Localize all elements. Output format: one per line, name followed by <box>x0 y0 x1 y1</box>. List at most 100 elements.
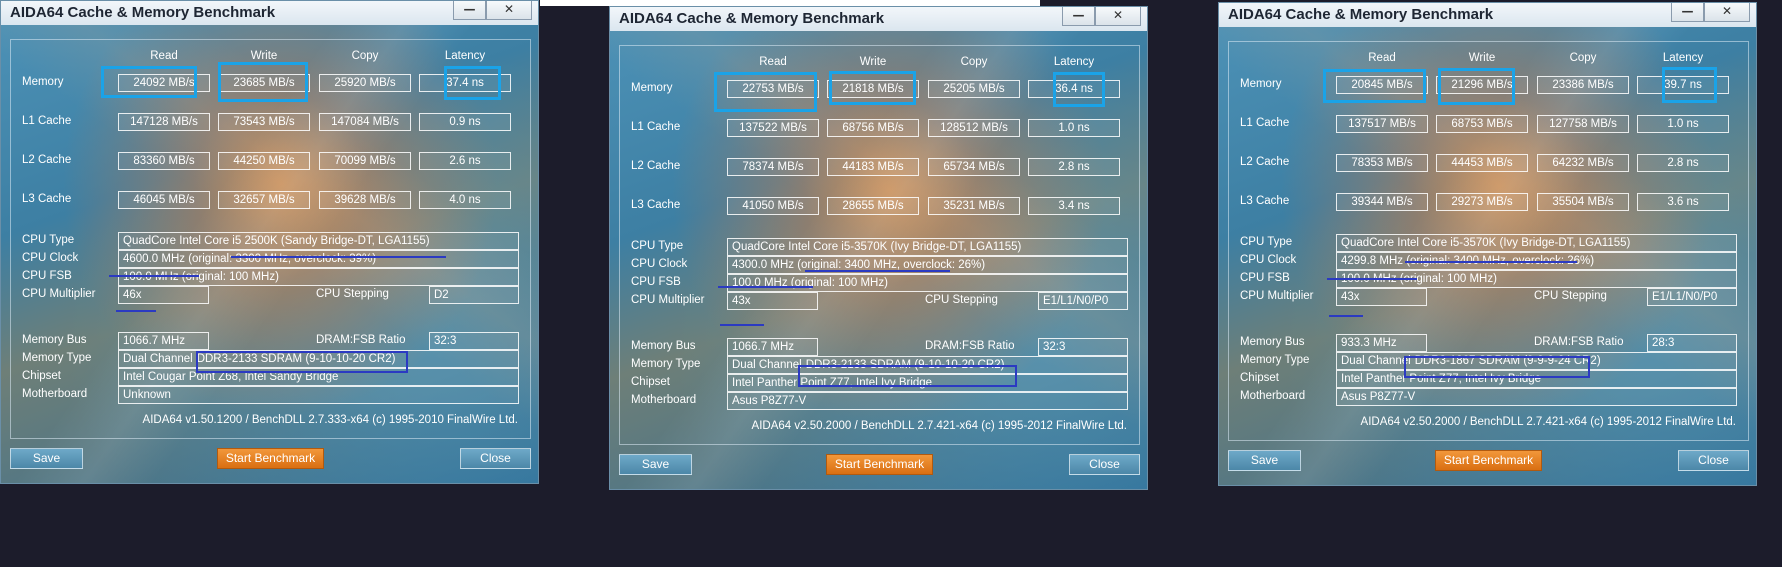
value-read: 137517 MB/s <box>1336 115 1428 133</box>
row-label: Memory <box>1240 78 1282 90</box>
cpu-multiplier-label: CPU Multiplier <box>22 288 96 300</box>
close-window-button[interactable]: ✕ <box>486 1 532 20</box>
highlight-write <box>829 71 916 105</box>
cpu-type-value: QuadCore Intel Core i5-3570K (Ivy Bridge… <box>1336 234 1737 252</box>
column-header-read: Read <box>150 50 178 62</box>
row-label: L2 Cache <box>22 154 72 166</box>
value-read: 41050 MB/s <box>727 197 819 215</box>
save-button[interactable]: Save <box>10 448 83 469</box>
minimize-icon: — <box>463 2 476 16</box>
value-read: 46045 MB/s <box>118 191 210 209</box>
value-copy: 35504 MB/s <box>1537 193 1629 211</box>
highlight-latency <box>1053 72 1105 107</box>
motherboard-value: Asus P8Z77-V <box>727 392 1128 410</box>
close-button[interactable]: Close <box>460 448 531 469</box>
close-window-button[interactable]: ✕ <box>1704 3 1750 22</box>
value-copy: 65734 MB/s <box>928 158 1020 176</box>
column-header-latency: Latency <box>1662 52 1704 64</box>
cpu-type-value: QuadCore Intel Core i5-3570K (Ivy Bridge… <box>727 238 1128 256</box>
memory-bus-value: 1066.7 MHz <box>118 332 209 350</box>
memory-type-channel: Dual Channel <box>732 359 802 371</box>
annotation-underline-multiplier <box>720 324 764 326</box>
title-bar: AIDA64 Cache & Memory Benchmark — ✕ <box>1219 3 1756 27</box>
chipset-label: Chipset <box>631 376 670 388</box>
memory-bus-label: Memory Bus <box>22 334 87 346</box>
cpu-type-label: CPU Type <box>22 234 75 246</box>
memory-type-channel: Dual Channel <box>123 353 193 365</box>
row-label: Memory <box>22 76 64 88</box>
memory-bus-label: Memory Bus <box>1240 336 1305 348</box>
cpu-fsb-value: 100.0 MHz (original: 100 MHz) <box>727 274 1128 292</box>
annotation-underline-multiplier <box>116 310 156 312</box>
chipset-label: Chipset <box>1240 372 1279 384</box>
motherboard-value: Asus P8Z77-V <box>1336 388 1737 406</box>
cpu-fsb-value: 100.0 MHz (original: 100 MHz) <box>118 268 519 286</box>
row-label: Memory <box>631 82 673 94</box>
save-button[interactable]: Save <box>1228 450 1301 471</box>
row-label: L3 Cache <box>22 193 72 205</box>
value-read: 78353 MB/s <box>1336 154 1428 172</box>
close-button[interactable]: Close <box>1678 450 1749 471</box>
start-benchmark-button[interactable]: Start Benchmark <box>826 454 933 475</box>
minimize-icon: — <box>1072 8 1085 22</box>
value-latency: 1.0 ns <box>1637 115 1729 133</box>
cpu-multiplier-value: 46x <box>118 286 209 304</box>
column-header-latency: Latency <box>444 50 486 62</box>
value-latency: 1.0 ns <box>1028 119 1120 137</box>
dram-fsb-ratio-label: DRAM:FSB Ratio <box>316 334 406 346</box>
value-read: 83360 MB/s <box>118 152 210 170</box>
annotation-underline-cpu-clock <box>1327 278 1417 280</box>
cpu-type-label: CPU Type <box>631 240 684 252</box>
value-latency: 2.8 ns <box>1637 154 1729 172</box>
close-button[interactable]: Close <box>1069 454 1140 475</box>
annotation-box-memory-type <box>798 365 1017 387</box>
start-benchmark-button[interactable]: Start Benchmark <box>1435 450 1542 471</box>
row-label: L1 Cache <box>22 115 72 127</box>
close-window-button[interactable]: ✕ <box>1095 7 1141 26</box>
row-label: L2 Cache <box>1240 156 1290 168</box>
cpu-multiplier-label: CPU Multiplier <box>631 294 705 306</box>
annotation-box-memory-type <box>1404 356 1590 378</box>
minimize-button[interactable]: — <box>1062 7 1095 26</box>
motherboard-label: Motherboard <box>631 394 697 406</box>
benchmark-window-3: AIDA64 Cache & Memory Benchmark — ✕ Read Wri… <box>1218 2 1757 486</box>
value-latency: 3.6 ns <box>1637 193 1729 211</box>
value-latency: 4.0 ns <box>419 191 511 209</box>
value-latency: 2.8 ns <box>1028 158 1120 176</box>
annotation-underline-cpu-clock <box>109 275 199 277</box>
column-header-read: Read <box>1368 52 1396 64</box>
start-benchmark-button[interactable]: Start Benchmark <box>217 448 324 469</box>
memory-type-label: Memory Type <box>631 358 701 370</box>
annotation-underline-cpu-type <box>805 270 950 272</box>
save-button[interactable]: Save <box>619 454 692 475</box>
row-label: L1 Cache <box>1240 117 1290 129</box>
annotation-underline-cpu-clock <box>718 286 813 288</box>
cpu-multiplier-value: 43x <box>1336 288 1427 306</box>
value-write: 44183 MB/s <box>827 158 919 176</box>
cpu-stepping-label: CPU Stepping <box>925 294 998 306</box>
cpu-stepping-label: CPU Stepping <box>1534 290 1607 302</box>
value-read: 78374 MB/s <box>727 158 819 176</box>
value-copy: 25920 MB/s <box>319 74 411 92</box>
value-write: 73543 MB/s <box>218 113 310 131</box>
cpu-fsb-label: CPU FSB <box>22 270 72 282</box>
benchmark-window-1: AIDA64 Cache & Memory Benchmark — ✕ Read Wri… <box>0 0 539 484</box>
memory-bus-value: 933.3 MHz <box>1336 334 1427 352</box>
value-copy: 23386 MB/s <box>1537 76 1629 94</box>
value-copy: 128512 MB/s <box>928 119 1020 137</box>
dram-fsb-ratio-label: DRAM:FSB Ratio <box>925 340 1015 352</box>
column-header-read: Read <box>759 56 787 68</box>
version-footer: AIDA64 v1.50.1200 / BenchDLL 2.7.333-x64… <box>142 414 518 426</box>
minimize-button[interactable]: — <box>1671 3 1704 22</box>
minimize-icon: — <box>1681 4 1694 18</box>
value-write: 44250 MB/s <box>218 152 310 170</box>
value-read: 147128 MB/s <box>118 113 210 131</box>
dram-fsb-ratio-value: 28:3 <box>1647 334 1737 352</box>
column-header-copy: Copy <box>960 56 988 68</box>
value-write: 29273 MB/s <box>1436 193 1528 211</box>
column-header-latency: Latency <box>1053 56 1095 68</box>
highlight-write <box>1438 68 1515 105</box>
row-label: L2 Cache <box>631 160 681 172</box>
minimize-button[interactable]: — <box>453 1 486 20</box>
chipset-label: Chipset <box>22 370 61 382</box>
